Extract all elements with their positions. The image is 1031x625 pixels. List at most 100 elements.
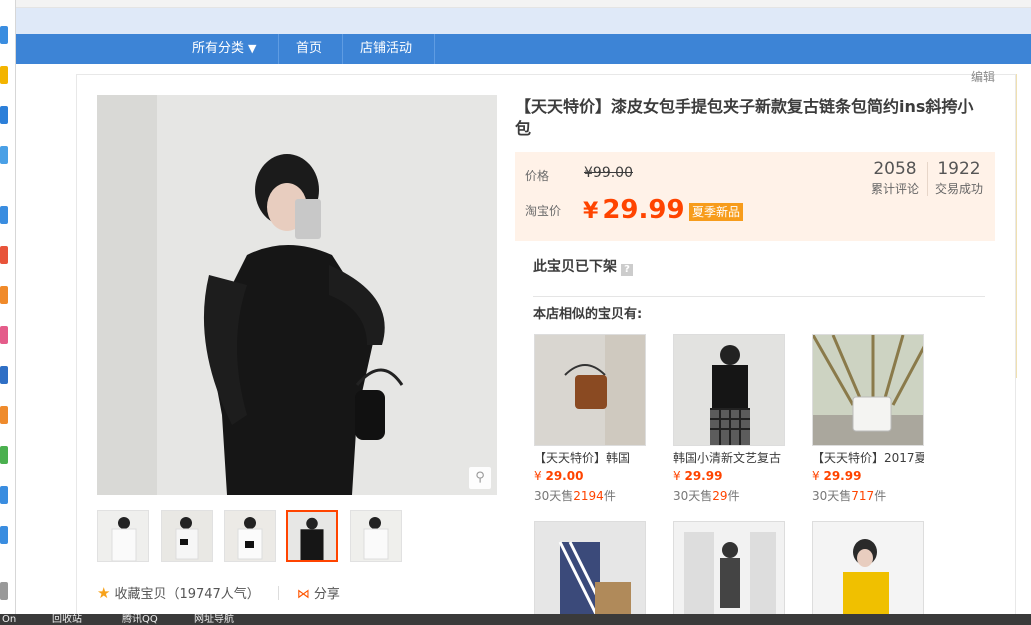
stat-transactions[interactable]: 1922 交易成功 [929, 158, 989, 198]
thumbnail[interactable] [224, 510, 276, 562]
taskbar-item[interactable]: On [2, 614, 16, 625]
share-label: 分享 [313, 587, 340, 602]
dock-app-icon[interactable] [0, 582, 8, 600]
price-label: 价格 [525, 169, 550, 183]
similar-item-sales: 30天售717件 [812, 488, 927, 504]
taskbar-item[interactable]: 腾讯QQ [122, 614, 158, 625]
taskbar-item[interactable]: 回收站 [52, 614, 82, 625]
stat-label: 交易成功 [934, 182, 983, 196]
sales-suffix: 件 [874, 489, 887, 503]
nav-all-categories[interactable]: 所有分类 ▼ [174, 34, 274, 64]
original-price: ¥99.00 [584, 165, 633, 181]
current-price-value: 29.99 [602, 195, 685, 225]
thumbnail[interactable] [161, 510, 213, 562]
magnifier-icon[interactable]: ⚲ [469, 467, 491, 489]
share-button[interactable]: ⋈ 分享 [297, 587, 340, 602]
similar-item-card[interactable]: 【天天特价】韩国 ¥ 29.00 30天售2194件 [534, 334, 649, 504]
stat-reviews[interactable]: 2058 累计评论 [865, 158, 925, 198]
taskbar-item[interactable]: 网址导航 [194, 614, 234, 625]
thumbnail-photo [225, 511, 275, 561]
similar-item-photo [535, 335, 645, 445]
sales-prefix: 30天售 [673, 489, 713, 503]
nav-all-categories-label: 所有分类 [192, 41, 245, 56]
dock-app-icon[interactable] [0, 66, 8, 84]
sales-prefix: 30天售 [534, 489, 574, 503]
similar-item-price: ¥ 29.99 [812, 468, 927, 484]
nav-shop-activity[interactable]: 店铺活动 [342, 34, 430, 64]
similar-item-card[interactable]: 韩国小清新文艺复古 ¥ 29.99 30天售29件 [673, 334, 788, 504]
item-actions: ★ 收藏宝贝（19747人气） ⋈ 分享 [97, 583, 340, 603]
shop-banner [16, 8, 1031, 34]
main-product-image[interactable]: ⚲ [97, 95, 497, 495]
similar-item-image[interactable] [812, 334, 924, 446]
favorite-button[interactable]: ★ 收藏宝贝（19747人气） [97, 584, 260, 602]
similar-item-image[interactable] [534, 521, 646, 625]
sales-count: 2194 [573, 489, 604, 503]
stat-divider [927, 162, 928, 196]
shop-nav-bar: 所有分类 ▼ 首页 店铺活动 [16, 34, 1031, 64]
thumbnail-photo [288, 512, 336, 560]
nav-home-label: 首页 [296, 41, 323, 56]
stat-number: 1922 [937, 159, 981, 179]
taobao-price-label: 淘宝价 [525, 204, 562, 218]
browser-page: 所有分类 ▼ 首页 店铺活动 编辑 ⚲ ★ 收藏宝贝（19747人气） ⋈ 分享… [0, 0, 1031, 625]
currency-symbol: ¥ [583, 199, 599, 224]
similar-item-price-value: 29.99 [823, 469, 862, 483]
sales-prefix: 30天售 [812, 489, 852, 503]
similar-item-price: ¥ 29.99 [673, 468, 788, 484]
thumbnail[interactable] [97, 510, 149, 562]
favorite-label: 收藏宝贝（19747人气） [114, 587, 260, 602]
dock-app-icon[interactable] [0, 206, 8, 224]
product-photo [97, 95, 497, 495]
similar-item-currency: ¥ [673, 469, 681, 483]
current-price: ¥29.99 [583, 195, 685, 225]
thumbnail[interactable] [350, 510, 402, 562]
similar-item-card[interactable] [812, 521, 927, 625]
nav-divider [434, 34, 435, 64]
item-status: 此宝贝已下架? [533, 256, 633, 276]
action-divider [277, 586, 279, 600]
dock-app-icon[interactable] [0, 486, 8, 504]
dock-app-icon[interactable] [0, 246, 8, 264]
similar-item-card[interactable]: 【天天特价】2017夏 ¥ 29.99 30天售717件 [812, 334, 927, 504]
stat-label: 累计评论 [870, 182, 919, 196]
similar-item-price-value: 29.00 [545, 469, 584, 483]
similar-item-card[interactable] [534, 521, 649, 625]
similar-item-name[interactable]: 韩国小清新文艺复古 [673, 450, 785, 466]
similar-item-photo [674, 522, 784, 625]
edit-link[interactable]: 编辑 [971, 68, 995, 85]
similar-item-image[interactable] [812, 521, 924, 625]
similar-item-image[interactable] [673, 334, 785, 446]
sales-suffix: 件 [727, 489, 740, 503]
similar-item-sales: 30天售2194件 [534, 488, 649, 504]
dock-app-icon[interactable] [0, 406, 8, 424]
thumbnail-selected[interactable] [286, 510, 338, 562]
similar-item-card[interactable] [673, 521, 788, 625]
nav-home[interactable]: 首页 [278, 34, 340, 64]
thumbnail-photo [162, 511, 212, 561]
dock-app-icon[interactable] [0, 286, 8, 304]
section-divider [533, 296, 985, 297]
question-icon[interactable]: ? [621, 264, 633, 276]
dock-app-icon[interactable] [0, 106, 8, 124]
similar-item-photo [813, 522, 923, 625]
product-title: 【天天特价】漆皮女包手提包夹子新款复古链条包简约ins斜挎小包 [515, 97, 974, 138]
similar-item-name[interactable]: 【天天特价】2017夏 [812, 450, 924, 466]
sales-suffix: 件 [603, 489, 616, 503]
chevron-down-icon: ▼ [248, 42, 257, 55]
dock-app-icon[interactable] [0, 526, 8, 544]
dock-app-icon[interactable] [0, 326, 8, 344]
similar-item-image[interactable] [673, 521, 785, 625]
similar-item-price: ¥ 29.00 [534, 468, 649, 484]
dock-app-icon[interactable] [0, 446, 8, 464]
browser-top-strip [16, 0, 1031, 8]
app-dock [0, 0, 16, 625]
dock-app-icon[interactable] [0, 366, 8, 384]
similar-item-price-value: 29.99 [684, 469, 723, 483]
similar-item-name[interactable]: 【天天特价】韩国 [534, 450, 646, 466]
price-panel: 价格 ¥99.00 淘宝价 ¥29.99 夏季新品 2058 累计评论 1922… [515, 152, 995, 241]
similar-item-image[interactable] [534, 334, 646, 446]
dock-app-icon[interactable] [0, 26, 8, 44]
dock-app-icon[interactable] [0, 146, 8, 164]
stat-number: 2058 [873, 159, 917, 179]
